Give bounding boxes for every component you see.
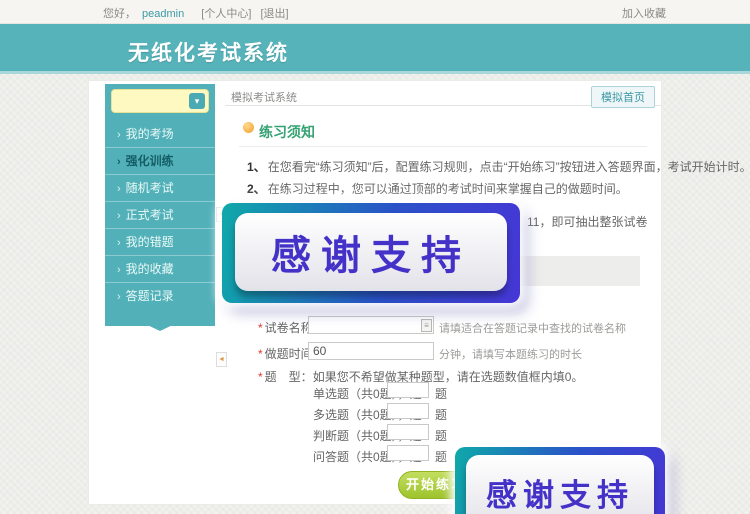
sidebar-item-label: 正式考试 (126, 208, 174, 222)
required-asterisk: * (258, 321, 263, 335)
thanks-watermark-inner: 感谢支持 (466, 455, 654, 514)
sidebar-item-my-examroom[interactable]: › 我的考场 (105, 121, 215, 148)
sidebar-item-label: 答题记录 (126, 289, 174, 303)
thanks-watermark-inner: 感谢支持 (235, 213, 507, 291)
top-utility-bar: 您好， peadmin [个人中心] [退出] 加入收藏 (0, 0, 750, 24)
chevron-right-icon: › (117, 183, 121, 195)
logout-link[interactable]: [退出] (260, 8, 288, 20)
app-title: 无纸化考试系统 (128, 37, 289, 67)
sidebar-search-box[interactable]: ▾ (111, 89, 209, 113)
page: 您好， peadmin [个人中心] [退出] 加入收藏 无纸化考试系统 ▾ › 我… (0, 0, 750, 514)
paper-name-hint: 请填适合在答题记录中查找的试卷名称 (439, 320, 626, 336)
chevron-right-icon: › (117, 210, 121, 222)
required-asterisk: * (258, 370, 263, 384)
profile-link[interactable]: [个人中心] (201, 8, 251, 20)
duration-hint: 分钟，请填写本题练习的时长 (439, 346, 582, 362)
sidebar-item-label: 我的考场 (126, 127, 174, 141)
sidebar: ▾ › 我的考场 › 强化训练 › 随机考试 › 正式考试 › 我的错题 › 我的收藏 › 答… (105, 84, 215, 326)
instruction-text: 在练习过程中，您可以通过顶部的考试时间来掌握自己的做题时间。 (268, 182, 628, 196)
chevron-right-icon: › (117, 129, 121, 141)
sidebar-item-label: 强化训练 (126, 154, 174, 168)
breadcrumb: 模拟考试系统 (231, 89, 297, 105)
add-favorite-link[interactable]: 加入收藏 (622, 5, 666, 21)
notice-title: 练习须知 (259, 122, 315, 142)
chevron-right-icon: › (117, 156, 121, 168)
notice-dot-icon (243, 122, 254, 133)
divider (239, 146, 647, 147)
sidebar-item-label: 随机考试 (126, 181, 174, 195)
thanks-watermark: 感谢支持 (222, 203, 520, 303)
sidebar-item-label: 我的错题 (126, 235, 174, 249)
sidebar-box-icon[interactable]: ▾ (189, 93, 205, 109)
duration-input[interactable] (308, 342, 434, 360)
instruction-line-1: 1、在您看完“练习须知”后，配置练习规则，点击“开始练习”按钮进入答题界面，考试… (247, 158, 750, 175)
chevron-right-icon: › (117, 237, 121, 249)
sidebar-item-random-exam[interactable]: › 随机考试 (105, 175, 215, 202)
multi-choice-suffix: 题 (435, 406, 447, 423)
true-false-suffix: 题 (435, 427, 447, 444)
type-hint: 如果您不希望做某种题型，请在选题数值框内填0。 (313, 370, 584, 384)
mock-home-button[interactable]: 模拟首页 (591, 86, 655, 108)
instruction-number: 2、 (247, 182, 266, 196)
chevron-right-icon: › (117, 264, 121, 276)
instruction-line-3-fragment: 11，即可抽出整张试卷 (527, 213, 647, 230)
instruction-number: 1、 (247, 160, 266, 174)
instruction-line-2: 2、在练习过程中，您可以通过顶部的考试时间来掌握自己的做题时间。 (247, 180, 628, 197)
paper-name-input[interactable] (308, 316, 434, 334)
app-header: 无纸化考试系统 (0, 24, 750, 74)
essay-count-input[interactable] (387, 445, 429, 461)
chevron-right-icon: › (117, 291, 121, 303)
thanks-watermark-text: 感谢支持 (486, 470, 634, 514)
thanks-watermark-text: 感谢支持 (271, 223, 471, 281)
true-false-count-input[interactable] (387, 424, 429, 440)
sidebar-item-favorites[interactable]: › 我的收藏 (105, 256, 215, 283)
instruction-text: 在您看完“练习须知”后，配置练习规则，点击“开始练习”按钮进入答题界面，考试开始… (268, 160, 750, 174)
multi-choice-count-input[interactable] (387, 403, 429, 419)
sidebar-item-intensive-training[interactable]: › 强化训练 (105, 148, 215, 175)
username: peadmin (142, 8, 184, 20)
sidebar-item-wrong-questions[interactable]: › 我的错题 (105, 229, 215, 256)
greeting-text: 您好， (103, 8, 136, 20)
sidebar-ribbon-tail (105, 305, 215, 331)
required-asterisk: * (258, 347, 263, 361)
essay-suffix: 题 (435, 448, 447, 465)
input-helper-icon[interactable]: ≡ (421, 319, 432, 332)
single-choice-suffix: 题 (435, 385, 447, 402)
sidebar-item-label: 我的收藏 (126, 262, 174, 276)
breadcrumb-bar: 模拟考试系统 模拟首页 (225, 84, 661, 106)
user-greeting: 您好， peadmin [个人中心] [退出] (103, 5, 295, 21)
thanks-watermark: 感谢支持 (455, 447, 665, 514)
panel-collapse-arrow-icon[interactable]: ◄ (216, 352, 227, 367)
sidebar-item-formal-exam[interactable]: › 正式考试 (105, 202, 215, 229)
single-choice-count-input[interactable] (387, 382, 429, 398)
